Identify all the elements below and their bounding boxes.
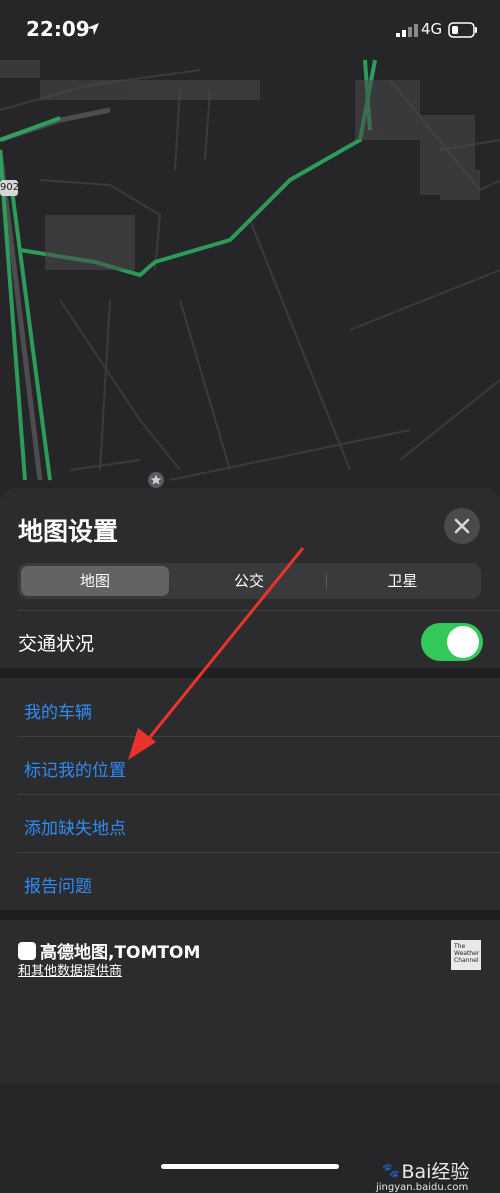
battery-icon: [448, 22, 477, 38]
divider: [18, 736, 500, 737]
watermark-url: jingyan.baidu.com: [376, 1182, 469, 1193]
watermark-brand: Bai经验: [401, 1161, 470, 1183]
divider: [18, 794, 500, 795]
tab-transit[interactable]: 公交: [172, 566, 326, 596]
tab-satellite[interactable]: 卫星: [327, 566, 478, 596]
amap-logo-icon: [18, 941, 36, 960]
sheet-title: 地图设置: [18, 517, 119, 546]
my-vehicle-link[interactable]: 我的车辆: [24, 698, 92, 723]
close-icon: [454, 518, 470, 534]
add-missing-place-link[interactable]: 添加缺失地点: [24, 814, 126, 839]
report-issue-link[interactable]: 报告问题: [24, 872, 92, 897]
poi-star-icon[interactable]: [147, 471, 165, 489]
cellular-signal-icon: [396, 24, 418, 37]
network-type: 4G: [421, 20, 443, 38]
location-arrow-icon: [87, 23, 99, 35]
status-bar: 22:09 4G: [0, 0, 500, 60]
map-settings-sheet: 地图设置 地图 公交 卫星 交通状况 我的车辆 标记我的位置 添加缺失地点 报告…: [0, 488, 500, 1193]
mark-my-location-link[interactable]: 标记我的位置: [24, 756, 126, 781]
weather-channel-logo: The Weather Channel: [451, 940, 481, 970]
map-type-segmented-control: 地图 公交 卫星: [18, 563, 481, 599]
traffic-label: 交通状况: [18, 633, 95, 655]
divider: [18, 852, 500, 853]
close-button[interactable]: [444, 508, 480, 544]
traffic-toggle[interactable]: [421, 623, 483, 661]
status-time: 22:09: [26, 17, 90, 41]
toggle-knob: [447, 626, 479, 658]
section-gap: [0, 910, 500, 920]
divider: [18, 610, 500, 611]
section-gap: [0, 668, 500, 678]
tab-map[interactable]: 地图: [21, 566, 169, 596]
home-indicator[interactable]: [161, 1164, 339, 1169]
other-providers-link[interactable]: 和其他数据提供商: [18, 960, 122, 979]
attribution-footer: 高德地图,TOMTOM 和其他数据提供商 The Weather Channel…: [0, 920, 500, 1193]
road-number-badge: 902: [0, 180, 19, 196]
paw-icon: 🐾: [382, 1162, 400, 1179]
baidu-watermark: 🐾 Bai经验: [382, 1157, 469, 1184]
